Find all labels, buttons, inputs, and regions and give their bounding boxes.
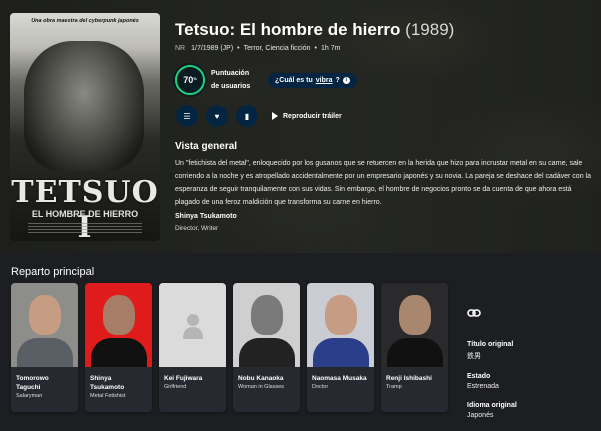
- cast-character: Metal Fetishist: [90, 393, 126, 399]
- language-value: Japonés: [467, 412, 494, 419]
- vibe-word: vibra: [315, 76, 333, 84]
- favorite-button[interactable]: ♥: [206, 105, 228, 127]
- cast-list: Tomorowo Taguchi Salaryman Shinya Tsukam…: [11, 283, 448, 412]
- add-to-list-button[interactable]: ☰: [176, 105, 198, 127]
- movie-title[interactable]: Tetsuo: El hombre de hierro: [175, 20, 400, 39]
- cast-character: Tramp: [386, 384, 402, 390]
- poster-subtitle: EL HOMBRE DE HIERRO: [31, 209, 139, 219]
- cast-photo-head: [399, 295, 431, 335]
- status-label: Estado: [467, 373, 491, 380]
- language-facet: Idioma original Japonés: [467, 402, 597, 419]
- movie-info: Tetsuo: El hombre de hierro (1989) NR 1/…: [175, 20, 593, 232]
- cast-card[interactable]: Tomorowo Taguchi Salaryman: [11, 283, 78, 412]
- play-trailer-label: Reproducir tráiler: [283, 112, 342, 120]
- director-name[interactable]: Shinya Tsukamoto: [175, 213, 237, 220]
- poster-face-image: [24, 41, 144, 171]
- cast-card[interactable]: Renji Ishibashi Tramp: [381, 283, 448, 412]
- cast-photo-body: [239, 338, 295, 367]
- cast-character: Girlfriend: [164, 384, 187, 390]
- certification-badge: NR: [175, 45, 186, 52]
- movie-header: Una obra maestra del cyberpunk japonés T…: [0, 0, 601, 253]
- cast-name[interactable]: Shinya Tsukamoto: [85, 367, 152, 392]
- original-title-label: Título original: [467, 341, 514, 348]
- vibe-suffix: ?: [335, 76, 340, 84]
- cast-name[interactable]: Renji Ishibashi: [381, 367, 448, 383]
- cast-character: Salaryman: [16, 393, 43, 399]
- cast-card[interactable]: Nobu Kanaoka Woman in Glasses: [233, 283, 300, 412]
- cast-character: Woman in Glasses: [238, 384, 285, 390]
- cast-heading: Reparto principal: [11, 266, 95, 278]
- cast-card[interactable]: Naomasa Musaka Doctor: [307, 283, 374, 412]
- cast-photo-head: [325, 295, 357, 335]
- cast-card[interactable]: Shinya Tsukamoto Metal Fetishist: [85, 283, 152, 412]
- cast-photo-body: [313, 338, 369, 367]
- status-facet: Estado Estrenada: [467, 373, 597, 390]
- cast-name[interactable]: Kei Fujiwara: [159, 367, 226, 383]
- cast-name[interactable]: Nobu Kanaoka: [233, 367, 300, 383]
- user-score-row: 70% Puntuación de usuarios ¿Cuál es tu v…: [175, 65, 357, 95]
- facts-separator: •: [237, 45, 240, 52]
- action-bar: ☰ ♥ ▮ Reproducir tráiler: [176, 105, 342, 127]
- director-role: Director, Writer: [175, 225, 219, 232]
- genres[interactable]: Terror, Ciencia ficción: [244, 45, 311, 52]
- status-value: Estrenada: [467, 383, 499, 390]
- cast-card[interactable]: Kei Fujiwara Girlfriend: [159, 283, 226, 412]
- movie-title-row: Tetsuo: El hombre de hierro (1989): [175, 20, 593, 40]
- cast-photo[interactable]: [11, 283, 78, 367]
- poster-credits: [28, 223, 142, 235]
- play-trailer-button[interactable]: Reproducir tráiler: [272, 112, 342, 120]
- cast-photo[interactable]: [307, 283, 374, 367]
- cast-name[interactable]: Tomorowo Taguchi: [11, 367, 78, 392]
- facts-separator: •: [314, 45, 317, 52]
- user-score-unit: %: [193, 75, 197, 81]
- cast-photo-head: [103, 295, 135, 335]
- cast-photo[interactable]: [233, 283, 300, 367]
- person-placeholder-icon: [182, 314, 203, 339]
- cast-photo-head: [29, 295, 61, 335]
- cast-photo-head: [251, 295, 283, 335]
- cast-name[interactable]: Naomasa Musaka: [307, 367, 374, 383]
- vibe-button[interactable]: ¿Cuál es tu vibra? i: [268, 72, 357, 88]
- user-score-value: 70: [183, 75, 194, 85]
- user-score-label: Puntuación de usuarios: [211, 70, 251, 90]
- release-date: 1/7/1989 (JP): [191, 45, 234, 52]
- original-title-facet: Título original 鉄男: [467, 341, 597, 361]
- cast-photo[interactable]: [85, 283, 152, 367]
- movie-poster[interactable]: Una obra maestra del cyberpunk japonés T…: [10, 13, 160, 241]
- user-score-ring[interactable]: 70%: [175, 65, 205, 95]
- facts-sidebar: Título original 鉄男 Estado Estrenada Idio…: [467, 308, 597, 431]
- cast-photo[interactable]: [381, 283, 448, 367]
- runtime: 1h 7m: [320, 45, 341, 52]
- cast-photo-body: [17, 338, 73, 367]
- info-icon: i: [342, 76, 350, 84]
- vibe-prefix: ¿Cuál es tu: [275, 76, 313, 84]
- overview-text: Un "fetichista del metal", enloquecido p…: [175, 160, 591, 206]
- original-title-value: 鉄男: [467, 353, 481, 360]
- poster-tagline: Una obra maestra del cyberpunk japonés: [31, 18, 139, 24]
- language-label: Idioma original: [467, 402, 517, 409]
- cast-character: Doctor: [312, 384, 329, 390]
- cast-photo-placeholder[interactable]: [159, 283, 226, 367]
- cast-photo-body: [91, 338, 147, 367]
- cast-photo-body: [387, 338, 443, 367]
- heart-icon: ♥: [214, 111, 220, 121]
- play-icon: [272, 112, 278, 120]
- movie-facts: NR 1/7/1989 (JP) • Terror, Ciencia ficci…: [175, 45, 593, 52]
- list-icon: ☰: [183, 111, 191, 121]
- watchlist-button[interactable]: ▮: [236, 105, 258, 127]
- link-icon[interactable]: [467, 308, 481, 318]
- overview-heading: Vista general: [175, 141, 238, 152]
- bookmark-icon: ▮: [244, 111, 250, 121]
- movie-year: (1989): [405, 20, 455, 39]
